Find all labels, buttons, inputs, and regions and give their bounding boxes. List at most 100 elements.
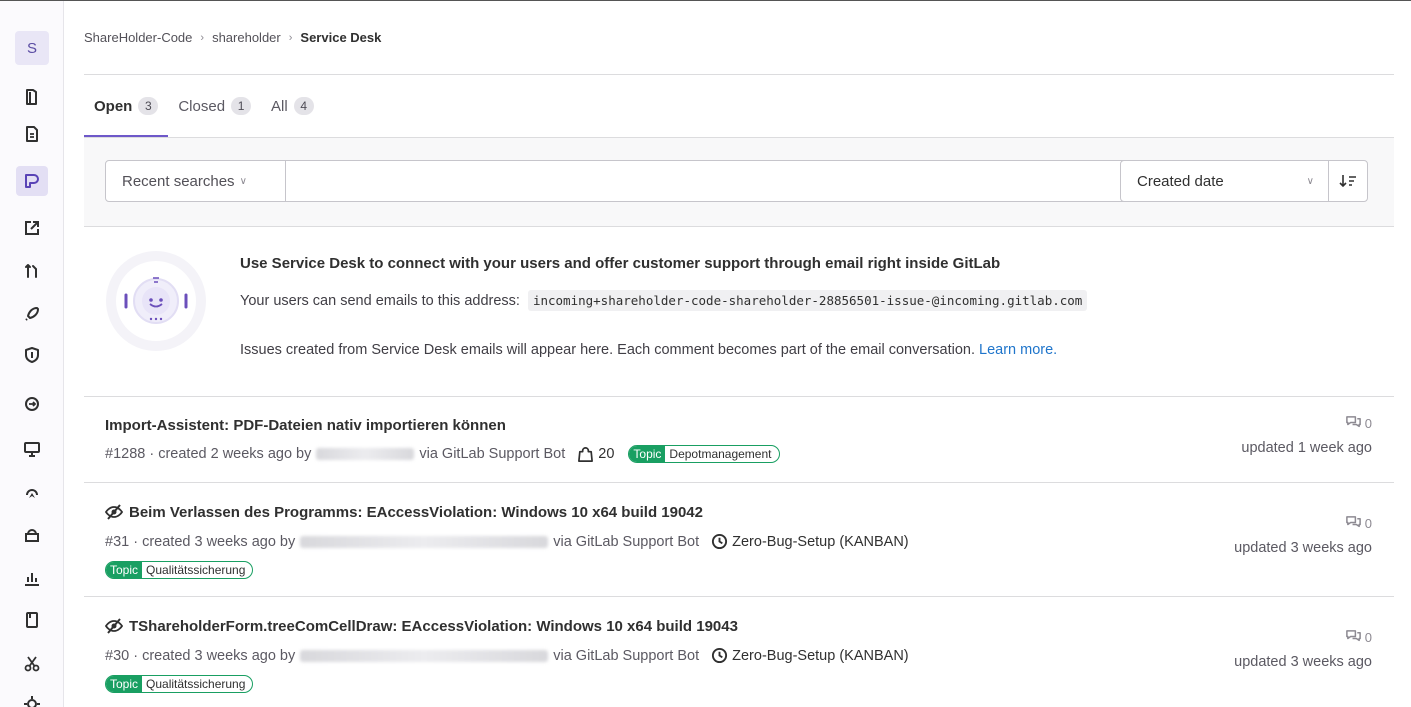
service-desk-bot-illustration: [106, 251, 206, 351]
wiki-icon[interactable]: [16, 605, 48, 635]
email-prefix: Your users can send emails to this addre…: [240, 292, 520, 309]
breadcrumb-current[interactable]: Service Desk: [300, 30, 381, 45]
issue-row[interactable]: Import-Assistent: PDF-Dateien nativ impo…: [84, 397, 1394, 483]
chevron-down-icon: ∨: [1306, 175, 1314, 187]
issue-reference: #30 · created 3 weeks ago by: [105, 647, 296, 664]
repository-icon[interactable]: [16, 82, 48, 112]
comments-count[interactable]: 0: [1234, 629, 1372, 646]
project-avatar[interactable]: S: [15, 31, 49, 65]
clock-icon: [711, 647, 728, 664]
issue-row[interactable]: Beim Verlassen des Programms: EAccessVio…: [84, 483, 1394, 597]
document-icon[interactable]: [16, 119, 48, 149]
issue-reference: #31 · created 3 weeks ago by: [105, 533, 296, 550]
label-value: Qualitätssicherung: [146, 563, 246, 577]
service-desk-info-line: Issues created from Service Desk emails …: [240, 342, 1057, 358]
infrastructure-icon[interactable]: [16, 478, 48, 508]
scoped-label[interactable]: Topic Qualitätssicherung: [105, 675, 254, 693]
service-desk-title: Use Service Desk to connect with your us…: [240, 255, 1001, 272]
issue-state-tabs: Open 3 Closed 1 All 4: [84, 75, 1394, 137]
author-email-redacted: [300, 535, 549, 548]
comments-number: 0: [1364, 516, 1372, 531]
breadcrumb-separator: ›: [200, 31, 205, 44]
author-email-redacted: [316, 448, 415, 460]
issue-right: 0 updated 3 weeks ago: [1234, 629, 1372, 670]
scoped-label[interactable]: Topic Qualitätssicherung: [105, 561, 254, 579]
issue-meta: #31 · created 3 weeks ago by via GitLab …: [105, 533, 909, 550]
issue-milestone[interactable]: Zero-Bug-Setup (KANBAN): [732, 534, 908, 550]
issue-updated: updated 3 weeks ago: [1234, 540, 1372, 556]
merge-request-icon[interactable]: [16, 256, 48, 286]
service-desk-info: Use Service Desk to connect with your us…: [84, 227, 1394, 397]
comments-icon: [1345, 416, 1361, 428]
issue-title[interactable]: Beim Verlassen des Programms: EAccessVio…: [105, 503, 703, 521]
issue-via: via GitLab Support Bot: [419, 446, 566, 462]
shield-icon[interactable]: [16, 340, 48, 370]
service-desk-email-address[interactable]: incoming+shareholder-code-shareholder-28…: [527, 290, 1088, 311]
sort-direction-button[interactable]: [1329, 161, 1367, 201]
weight-icon: [577, 446, 594, 463]
sort-lowest-icon: [1339, 175, 1356, 188]
issue-updated: updated 1 week ago: [1241, 440, 1372, 456]
rocket-icon[interactable]: [16, 299, 48, 329]
settings-icon[interactable]: [16, 689, 48, 707]
tab-label: Open: [94, 97, 133, 115]
issue-row[interactable]: TShareholderForm.treeComCellDraw: EAcces…: [84, 597, 1394, 707]
issue-title[interactable]: Import-Assistent: PDF-Dateien nativ impo…: [105, 417, 506, 434]
tab-count-badge: 1: [231, 97, 252, 115]
issue-title-text: Beim Verlassen des Programms: EAccessVio…: [129, 503, 703, 521]
issue-milestone[interactable]: Zero-Bug-Setup (KANBAN): [732, 648, 908, 664]
confidential-eye-slash-icon: [105, 618, 123, 634]
external-link-icon[interactable]: [16, 213, 48, 243]
issue-meta: #1288 · created 2 weeks ago by via GitLa…: [105, 445, 780, 463]
comments-number: 0: [1364, 630, 1372, 645]
sort-dropdown[interactable]: Created date ∨: [1121, 161, 1329, 201]
deployments-icon[interactable]: [16, 389, 48, 419]
monitor-icon[interactable]: [16, 434, 48, 464]
issue-right: 0 updated 3 weeks ago: [1234, 515, 1372, 556]
issue-labels: Topic Qualitätssicherung: [105, 675, 254, 693]
recent-searches-label: Recent searches: [122, 172, 235, 190]
issue-via: via GitLab Support Bot: [553, 647, 700, 664]
issue-meta: #30 · created 3 weeks ago by via GitLab …: [105, 647, 909, 664]
issue-title[interactable]: TShareholderForm.treeComCellDraw: EAcces…: [105, 617, 738, 635]
confidential-eye-slash-icon: [105, 504, 123, 520]
sort-control: Created date ∨: [1120, 160, 1368, 202]
issue-updated: updated 3 weeks ago: [1234, 654, 1372, 670]
info-text: Issues created from Service Desk emails …: [240, 342, 975, 358]
label-value: Qualitätssicherung: [146, 677, 246, 691]
label-value: Depotmanagement: [669, 447, 772, 461]
comments-count[interactable]: 0: [1234, 515, 1372, 532]
snippets-icon[interactable]: [16, 649, 48, 679]
breadcrumb-separator: ›: [288, 31, 293, 44]
tab-label: All: [271, 97, 288, 115]
label-scope: Topic: [106, 562, 143, 578]
issue-title-text: TShareholderForm.treeComCellDraw: EAcces…: [129, 617, 738, 635]
recent-searches-dropdown[interactable]: Recent searches ∨: [106, 161, 286, 201]
breadcrumb-group[interactable]: ShareHolder-Code: [84, 30, 192, 45]
clock-icon: [711, 533, 728, 550]
issues-icon[interactable]: [16, 166, 48, 196]
tab-closed[interactable]: Closed 1: [168, 75, 261, 137]
scoped-label[interactable]: Topic Depotmanagement: [628, 445, 780, 463]
issue-via: via GitLab Support Bot: [553, 533, 700, 550]
tab-all[interactable]: All 4: [261, 75, 324, 137]
comments-icon: [1345, 516, 1361, 528]
author-email-redacted: [300, 649, 549, 662]
tab-open[interactable]: Open 3: [84, 75, 169, 137]
issue-weight: 20: [598, 446, 615, 462]
chevron-down-icon: ∨: [239, 175, 247, 187]
main-content: ShareHolder-Code › shareholder › Service…: [84, 1, 1394, 707]
issue-right: 0 updated 1 week ago: [1241, 415, 1372, 456]
filter-bar: Recent searches ∨ × Created date ∨: [84, 137, 1394, 227]
comments-number: 0: [1364, 416, 1372, 431]
service-desk-email-line: Your users can send emails to this addre…: [240, 290, 1088, 311]
learn-more-link[interactable]: Learn more.: [979, 342, 1057, 358]
issue-title-text: Import-Assistent: PDF-Dateien nativ impo…: [105, 417, 506, 434]
analytics-icon[interactable]: [16, 563, 48, 593]
search-input[interactable]: [286, 161, 1158, 201]
breadcrumb-project[interactable]: shareholder: [212, 30, 281, 45]
comments-count[interactable]: 0: [1241, 415, 1372, 432]
tab-count-badge: 4: [293, 97, 314, 115]
issue-reference: #1288 · created 2 weeks ago by: [105, 446, 312, 462]
package-icon[interactable]: [16, 520, 48, 550]
